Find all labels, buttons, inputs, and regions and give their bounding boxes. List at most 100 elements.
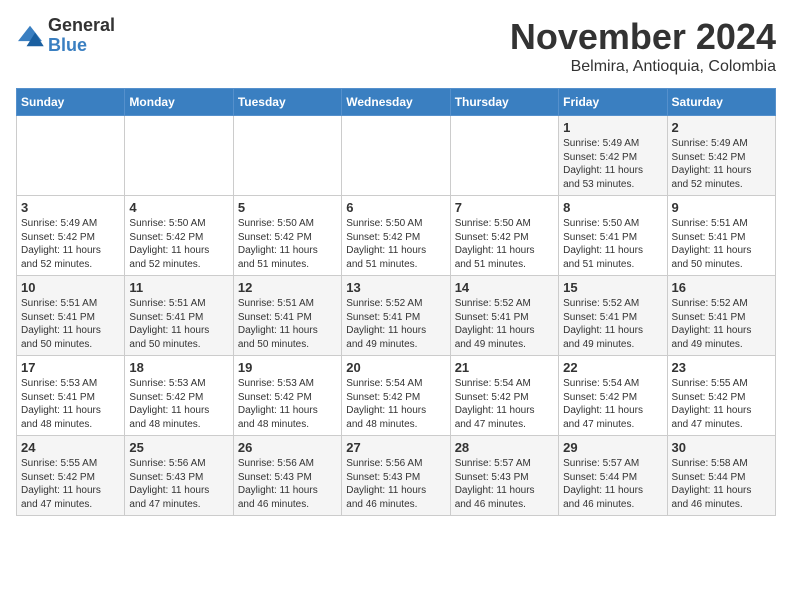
day-number: 27 (346, 440, 445, 455)
calendar-table: SundayMondayTuesdayWednesdayThursdayFrid… (16, 88, 776, 516)
day-number: 4 (129, 200, 228, 215)
calendar-cell: 29 Sunrise: 5:57 AM Sunset: 5:44 PM Dayli… (559, 436, 667, 516)
calendar-body: 1 Sunrise: 5:49 AM Sunset: 5:42 PM Daylig… (17, 116, 776, 516)
day-number: 18 (129, 360, 228, 375)
day-number: 8 (563, 200, 662, 215)
calendar-week-2: 3 Sunrise: 5:49 AM Sunset: 5:42 PM Daylig… (17, 196, 776, 276)
calendar-cell: 6 Sunrise: 5:50 AM Sunset: 5:42 PM Daylig… (342, 196, 450, 276)
calendar-cell: 20Sunrise: 5:54 AM Sunset: 5:42 PM Dayli… (342, 356, 450, 436)
day-number: 24 (21, 440, 120, 455)
weekday-header-wednesday: Wednesday (342, 89, 450, 116)
day-number: 10 (21, 280, 120, 295)
day-info: Sunrise: 5:58 AM Sunset: 5:44 PM Dayligh… (672, 457, 771, 511)
day-info: Sunrise: 5:56 AM Sunset: 5:43 PM Dayligh… (129, 457, 228, 511)
day-number: 22 (563, 360, 662, 375)
calendar-cell: 1 Sunrise: 5:49 AM Sunset: 5:42 PM Daylig… (559, 116, 667, 196)
day-info: Sunrise: 5:50 AM Sunset: 5:42 PM Dayligh… (455, 217, 554, 271)
calendar-week-5: 24 Sunrise: 5:55 AM Sunset: 5:42 PM Dayli… (17, 436, 776, 516)
day-info: Sunrise: 5:52 AM Sunset: 5:41 PM Dayligh… (672, 297, 771, 351)
calendar-cell: 13Sunrise: 5:52 AM Sunset: 5:41 PM Dayli… (342, 276, 450, 356)
day-info: Sunrise: 5:49 AM Sunset: 5:42 PM Dayligh… (672, 137, 771, 191)
day-info: Sunrise: 5:49 AM Sunset: 5:42 PM Dayligh… (563, 137, 662, 191)
day-number: 1 (563, 120, 662, 135)
weekday-header-row: SundayMondayTuesdayWednesdayThursdayFrid… (17, 89, 776, 116)
calendar-cell: 26Sunrise: 5:56 AM Sunset: 5:43 PM Dayli… (233, 436, 341, 516)
day-number: 9 (672, 200, 771, 215)
day-number: 12 (238, 280, 337, 295)
calendar-cell (233, 116, 341, 196)
calendar-cell (17, 116, 125, 196)
day-info: Sunrise: 5:51 AM Sunset: 5:41 PM Dayligh… (238, 297, 337, 351)
calendar-cell: 14 Sunrise: 5:52 AM Sunset: 5:41 PM Dayli… (450, 276, 558, 356)
day-number: 15 (563, 280, 662, 295)
calendar-week-1: 1 Sunrise: 5:49 AM Sunset: 5:42 PM Daylig… (17, 116, 776, 196)
day-info: Sunrise: 5:49 AM Sunset: 5:42 PM Dayligh… (21, 217, 120, 271)
calendar-cell: 19Sunrise: 5:53 AM Sunset: 5:42 PM Dayli… (233, 356, 341, 436)
day-info: Sunrise: 5:53 AM Sunset: 5:41 PM Dayligh… (21, 377, 120, 431)
day-number: 25 (129, 440, 228, 455)
day-info: Sunrise: 5:50 AM Sunset: 5:41 PM Dayligh… (563, 217, 662, 271)
day-info: Sunrise: 5:51 AM Sunset: 5:41 PM Dayligh… (129, 297, 228, 351)
logo-blue: Blue (48, 35, 87, 55)
day-info: Sunrise: 5:55 AM Sunset: 5:42 PM Dayligh… (21, 457, 120, 511)
day-number: 11 (129, 280, 228, 295)
day-info: Sunrise: 5:52 AM Sunset: 5:41 PM Dayligh… (563, 297, 662, 351)
day-info: Sunrise: 5:50 AM Sunset: 5:42 PM Dayligh… (238, 217, 337, 271)
calendar-cell: 3 Sunrise: 5:49 AM Sunset: 5:42 PM Daylig… (17, 196, 125, 276)
calendar-cell: 9 Sunrise: 5:51 AM Sunset: 5:41 PM Daylig… (667, 196, 775, 276)
calendar-cell: 11 Sunrise: 5:51 AM Sunset: 5:41 PM Dayli… (125, 276, 233, 356)
day-number: 3 (21, 200, 120, 215)
day-info: Sunrise: 5:50 AM Sunset: 5:42 PM Dayligh… (346, 217, 445, 271)
calendar-cell: 16 Sunrise: 5:52 AM Sunset: 5:41 PM Dayli… (667, 276, 775, 356)
day-info: Sunrise: 5:56 AM Sunset: 5:43 PM Dayligh… (346, 457, 445, 511)
weekday-header-thursday: Thursday (450, 89, 558, 116)
calendar-cell: 2Sunrise: 5:49 AM Sunset: 5:42 PM Daylig… (667, 116, 775, 196)
day-info: Sunrise: 5:56 AM Sunset: 5:43 PM Dayligh… (238, 457, 337, 511)
day-number: 16 (672, 280, 771, 295)
day-info: Sunrise: 5:57 AM Sunset: 5:44 PM Dayligh… (563, 457, 662, 511)
page-header: General Blue November 2024 Belmira, Anti… (16, 16, 776, 76)
weekday-header-friday: Friday (559, 89, 667, 116)
day-number: 14 (455, 280, 554, 295)
day-info: Sunrise: 5:54 AM Sunset: 5:42 PM Dayligh… (346, 377, 445, 431)
day-number: 13 (346, 280, 445, 295)
calendar-cell: 8 Sunrise: 5:50 AM Sunset: 5:41 PM Daylig… (559, 196, 667, 276)
day-number: 17 (21, 360, 120, 375)
logo: General Blue (16, 16, 115, 56)
calendar-cell: 27 Sunrise: 5:56 AM Sunset: 5:43 PM Dayli… (342, 436, 450, 516)
calendar-cell: 12 Sunrise: 5:51 AM Sunset: 5:41 PM Dayli… (233, 276, 341, 356)
location-title: Belmira, Antioquia, Colombia (510, 58, 776, 76)
calendar-cell: 23 Sunrise: 5:55 AM Sunset: 5:42 PM Dayli… (667, 356, 775, 436)
day-number: 5 (238, 200, 337, 215)
weekday-header-saturday: Saturday (667, 89, 775, 116)
day-info: Sunrise: 5:51 AM Sunset: 5:41 PM Dayligh… (672, 217, 771, 271)
calendar-cell: 25 Sunrise: 5:56 AM Sunset: 5:43 PM Dayli… (125, 436, 233, 516)
day-info: Sunrise: 5:55 AM Sunset: 5:42 PM Dayligh… (672, 377, 771, 431)
weekday-header-monday: Monday (125, 89, 233, 116)
day-info: Sunrise: 5:51 AM Sunset: 5:41 PM Dayligh… (21, 297, 120, 351)
day-info: Sunrise: 5:50 AM Sunset: 5:42 PM Dayligh… (129, 217, 228, 271)
day-info: Sunrise: 5:54 AM Sunset: 5:42 PM Dayligh… (455, 377, 554, 431)
logo-icon (16, 24, 44, 48)
day-info: Sunrise: 5:54 AM Sunset: 5:42 PM Dayligh… (563, 377, 662, 431)
calendar-cell: 28Sunrise: 5:57 AM Sunset: 5:43 PM Dayli… (450, 436, 558, 516)
calendar-cell: 5 Sunrise: 5:50 AM Sunset: 5:42 PM Daylig… (233, 196, 341, 276)
calendar-cell: 7Sunrise: 5:50 AM Sunset: 5:42 PM Daylig… (450, 196, 558, 276)
calendar-cell: 4 Sunrise: 5:50 AM Sunset: 5:42 PM Daylig… (125, 196, 233, 276)
title-block: November 2024 Belmira, Antioquia, Colomb… (510, 16, 776, 76)
calendar-cell: 24 Sunrise: 5:55 AM Sunset: 5:42 PM Dayli… (17, 436, 125, 516)
calendar-cell (450, 116, 558, 196)
calendar-cell: 30Sunrise: 5:58 AM Sunset: 5:44 PM Dayli… (667, 436, 775, 516)
day-info: Sunrise: 5:57 AM Sunset: 5:43 PM Dayligh… (455, 457, 554, 511)
day-info: Sunrise: 5:52 AM Sunset: 5:41 PM Dayligh… (455, 297, 554, 351)
day-number: 6 (346, 200, 445, 215)
calendar-week-4: 17 Sunrise: 5:53 AM Sunset: 5:41 PM Dayli… (17, 356, 776, 436)
month-title: November 2024 (510, 16, 776, 58)
day-number: 19 (238, 360, 337, 375)
day-number: 23 (672, 360, 771, 375)
calendar-cell: 18Sunrise: 5:53 AM Sunset: 5:42 PM Dayli… (125, 356, 233, 436)
calendar-cell: 15 Sunrise: 5:52 AM Sunset: 5:41 PM Dayli… (559, 276, 667, 356)
calendar-cell: 22 Sunrise: 5:54 AM Sunset: 5:42 PM Dayli… (559, 356, 667, 436)
day-number: 29 (563, 440, 662, 455)
calendar-cell (342, 116, 450, 196)
